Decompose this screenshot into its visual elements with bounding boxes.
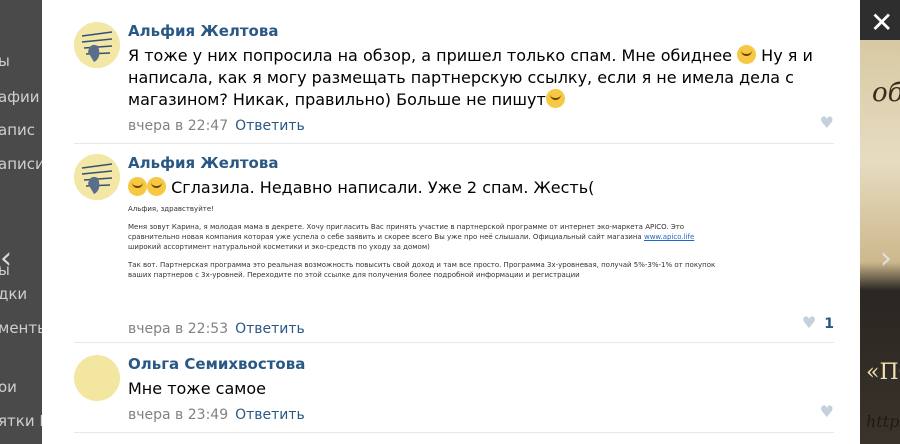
divider xyxy=(74,432,834,433)
comment-author[interactable]: Альфия Желтова xyxy=(128,22,828,41)
close-icon[interactable]: ✕ xyxy=(870,9,896,37)
divider xyxy=(74,143,834,144)
heart-icon: ♥ xyxy=(819,402,834,421)
mail-text: Меня зовут Карина, я молодая мама в декр… xyxy=(128,223,685,241)
like-button[interactable]: ♥ xyxy=(794,403,834,421)
comment-meta: вчера в 22:47 Ответить xyxy=(128,117,828,135)
comments-panel: Альфия Желтова Я тоже у них попросила на… xyxy=(42,0,860,444)
screenshot-attachment[interactable]: Альфия, здравствуйте! Меня зовут Карина,… xyxy=(128,204,728,288)
photo-caption: об xyxy=(872,78,900,108)
mail-link: www.apico.life xyxy=(643,233,695,241)
comment-time[interactable]: вчера в 23:49 xyxy=(128,407,228,423)
menu-item[interactable]: афии xyxy=(0,88,40,106)
reply-button[interactable]: Ответить xyxy=(235,118,305,134)
reply-button[interactable]: Ответить xyxy=(235,321,305,337)
comment-meta: вчера в 22:53 Ответить xyxy=(128,320,305,338)
laughing-emoji-icon xyxy=(737,45,757,64)
avatar[interactable] xyxy=(74,22,120,68)
previous-arrow-icon[interactable]: ‹ xyxy=(0,244,14,280)
laughing-emoji-icon xyxy=(128,177,147,196)
menu-item[interactable]: аписи xyxy=(0,155,42,173)
heart-icon: ♥ xyxy=(801,313,817,332)
backdrop-left-sidebar: ы афии апис аписи ы дки менты ои ятки Н … xyxy=(0,0,42,444)
comment-text: Сглазила. Недавно написали. Уже 2 спам. … xyxy=(128,177,828,199)
next-arrow-icon[interactable]: › xyxy=(880,244,894,280)
laughing-emoji-icon xyxy=(545,89,565,108)
avatar[interactable] xyxy=(74,154,120,200)
comment-time[interactable]: вчера в 22:47 xyxy=(128,118,228,134)
menu-item[interactable]: ы xyxy=(0,52,10,70)
menu-item[interactable]: апис xyxy=(0,121,35,139)
like-button[interactable]: ♥ 1 xyxy=(774,313,834,333)
comment-author[interactable]: Альфия Желтова xyxy=(128,154,828,173)
mail-text: широкий ассортимент натуральной косметик… xyxy=(128,243,430,251)
comment-text: Мне тоже самое xyxy=(128,379,266,398)
comment-time[interactable]: вчера в 22:53 xyxy=(128,321,228,337)
comment-text-part: Сглазила. Недавно написали. Уже 2 спам. … xyxy=(166,178,595,197)
comment-text: Я тоже у них попросила на обзор, а прише… xyxy=(128,45,828,111)
comment-text-part: Я тоже у них попросила на обзор, а прише… xyxy=(128,46,732,65)
reply-button[interactable]: Ответить xyxy=(235,407,305,423)
comment-author[interactable]: Ольга Семихвостова xyxy=(128,355,828,374)
menu-item[interactable]: ои xyxy=(0,378,17,396)
photo-caption: «ПО xyxy=(866,360,900,385)
comment-meta: вчера в 23:49 Ответить xyxy=(128,406,828,424)
mail-greeting: Альфия, здравствуйте! xyxy=(128,205,214,213)
menu-item[interactable]: дки xyxy=(0,285,27,303)
laughing-emoji-icon xyxy=(147,177,166,196)
photo-caption: https xyxy=(866,412,900,431)
mail-paragraph: Так вот. Партнерская программа это реаль… xyxy=(128,261,716,279)
avatar[interactable] xyxy=(74,355,120,401)
menu-item[interactable]: ятки Н xyxy=(0,412,42,430)
like-button[interactable]: ♥ xyxy=(794,114,834,132)
backdrop-right-photo: об «ПО https xyxy=(860,0,900,444)
heart-icon: ♥ xyxy=(819,113,834,132)
divider xyxy=(74,342,834,343)
menu-item[interactable]: менты xyxy=(0,319,42,337)
mail-paragraph: Меня зовут Карина, я молодая мама в декр… xyxy=(128,222,728,252)
like-count: 1 xyxy=(824,316,834,332)
